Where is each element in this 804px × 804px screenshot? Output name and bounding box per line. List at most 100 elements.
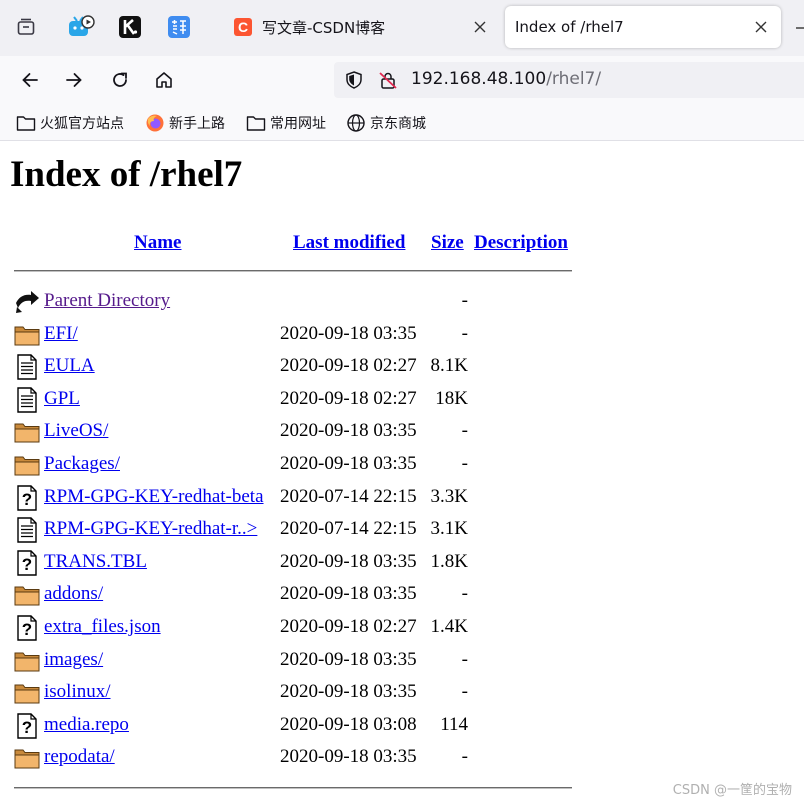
table-row: ? RPM-GPG-KEY-redhat-beta 2020-07-14 22:15…	[14, 483, 574, 513]
tab-csdn[interactable]: C 写文章-CSDN博客	[224, 6, 500, 48]
arrow-right-icon	[66, 73, 82, 87]
new-tab-button[interactable]	[796, 20, 804, 36]
table-row: RPM-GPG-KEY-redhat-r..> 2020-07-14 22:15 3…	[14, 515, 574, 545]
last-modified-cell: 2020-09-18 03:35	[280, 648, 417, 670]
bookmark-getting-started[interactable]: 新手上路	[145, 112, 225, 134]
bookmark-common-sites[interactable]: 常用网址	[246, 112, 326, 134]
last-modified-cell: 2020-09-18 03:35	[280, 746, 417, 768]
text-file-icon	[14, 517, 40, 543]
size-cell: -	[461, 420, 468, 442]
size-cell: -	[461, 290, 468, 311]
shield-icon[interactable]	[344, 70, 364, 90]
svg-text:?: ?	[22, 490, 32, 509]
url-path: /rhel7/	[546, 69, 602, 89]
tv-play-icon	[69, 15, 95, 36]
bookmark-label: 常用网址	[270, 116, 326, 132]
folder-icon	[14, 419, 40, 445]
file-link[interactable]: GPL	[44, 388, 80, 410]
table-row: Parent Directory -	[14, 287, 574, 317]
last-modified-cell: 2020-09-18 02:27	[280, 387, 417, 409]
bookmark-jd-mall[interactable]: 京东商城	[346, 112, 426, 134]
size-cell: 3.3K	[430, 485, 468, 507]
home-button[interactable]	[148, 64, 180, 96]
bookmark-firefox-official[interactable]: 火狐官方站点	[16, 112, 124, 134]
file-link[interactable]: TRANS.TBL	[44, 551, 147, 573]
footer-divider	[14, 787, 572, 789]
file-link[interactable]: media.repo	[44, 714, 129, 736]
file-link[interactable]: RPM-GPG-KEY-redhat-r..>	[44, 518, 257, 540]
pinned-tab-video[interactable]	[63, 9, 99, 45]
svg-text:?: ?	[22, 555, 32, 574]
size-cell: -	[461, 322, 468, 344]
watermark: CSDN @一筐的宝物	[672, 783, 792, 798]
tab-strip: C 写文章-CSDN博客 Index of /rhel7	[0, 0, 804, 56]
unknown-file-icon: ?	[14, 615, 40, 641]
folder-icon	[16, 116, 36, 131]
translate-icon	[168, 16, 190, 38]
tab-overview-button[interactable]	[8, 9, 44, 45]
text-file-icon	[14, 387, 40, 413]
last-modified-cell: 2020-09-18 03:35	[280, 420, 417, 442]
file-link[interactable]: EULA	[44, 355, 95, 377]
sort-by-name-link[interactable]: Name	[134, 232, 181, 254]
close-icon[interactable]	[751, 17, 771, 37]
sort-by-size-link[interactable]: Size	[431, 232, 464, 254]
file-link[interactable]: addons/	[44, 583, 103, 605]
url-text[interactable]: 192.168.48.100/rhel7/	[411, 69, 601, 89]
file-link[interactable]: isolinux/	[44, 681, 111, 703]
sort-by-description-link[interactable]: Description	[474, 232, 568, 254]
arrow-left-icon	[22, 73, 38, 87]
table-row: EFI/2020-09-18 03:35 -	[14, 320, 574, 350]
last-modified-cell: 2020-09-18 03:35	[280, 681, 417, 703]
size-cell: 1.4K	[430, 616, 468, 637]
last-modified-cell: 2020-09-18 02:27	[280, 616, 417, 637]
home-icon	[156, 72, 172, 88]
folder-icon	[14, 322, 40, 348]
pinned-tab-translate[interactable]	[161, 9, 197, 45]
last-modified-cell: 2020-09-18 03:35	[280, 453, 417, 474]
back-arrow-icon	[14, 289, 40, 315]
back-button[interactable]	[14, 64, 46, 96]
svg-text:?: ?	[22, 620, 32, 639]
size-cell: 8.1K	[430, 355, 468, 377]
csdn-favicon-icon: C	[234, 18, 252, 36]
size-cell: -	[461, 583, 468, 605]
firefox-logo-icon	[146, 114, 164, 132]
close-icon[interactable]	[470, 17, 490, 37]
bookmark-label: 火狐官方站点	[40, 116, 124, 132]
reload-button[interactable]	[104, 64, 136, 96]
size-cell: 1.8K	[430, 550, 468, 572]
tab-index-rhel7[interactable]: Index of /rhel7	[505, 6, 781, 48]
file-link[interactable]: images/	[44, 649, 103, 671]
k-logo-icon	[119, 16, 141, 38]
table-row: GPL 2020-09-18 02:27 18K	[14, 385, 574, 415]
pinned-tab-k[interactable]	[112, 9, 148, 45]
bookmarks-toolbar: 火狐官方站点 新手上路 常用网址 京东商城	[0, 104, 804, 141]
page-content: Index of /rhel7 Name Last modified Size …	[0, 141, 804, 804]
text-file-icon	[14, 354, 40, 380]
bookmark-label: 京东商城	[370, 116, 426, 132]
file-link[interactable]: EFI/	[44, 323, 78, 345]
last-modified-cell: 2020-09-18 02:27	[280, 355, 417, 377]
insecure-lock-icon[interactable]	[378, 70, 398, 90]
forward-button[interactable]	[58, 64, 90, 96]
url-bar[interactable]: 192.168.48.100/rhel7/	[334, 62, 804, 98]
parent-directory-link[interactable]: Parent Directory	[44, 290, 170, 312]
table-row: Packages/2020-09-18 03:35 -	[14, 450, 574, 480]
table-row: addons/2020-09-18 03:35 -	[14, 580, 574, 610]
folder-icon	[14, 680, 40, 706]
table-row: LiveOS/2020-09-18 03:35 -	[14, 417, 574, 447]
table-row: EULA 2020-09-18 02:27 8.1K	[14, 352, 574, 382]
last-modified-cell: 2020-07-14 22:15	[280, 485, 417, 507]
file-link[interactable]: RPM-GPG-KEY-redhat-beta	[44, 486, 264, 508]
sort-by-modified-link[interactable]: Last modified	[293, 232, 405, 254]
size-cell: -	[461, 681, 468, 703]
file-link[interactable]: extra_files.json	[44, 616, 161, 638]
last-modified-cell: 2020-09-18 03:35	[280, 583, 417, 605]
table-row: images/2020-09-18 03:35 -	[14, 646, 574, 676]
table-row: isolinux/2020-09-18 03:35 -	[14, 678, 574, 708]
file-link[interactable]: Packages/	[44, 453, 120, 475]
tab-title: Index of /rhel7	[515, 18, 624, 36]
file-link[interactable]: LiveOS/	[44, 420, 108, 442]
file-link[interactable]: repodata/	[44, 746, 115, 768]
